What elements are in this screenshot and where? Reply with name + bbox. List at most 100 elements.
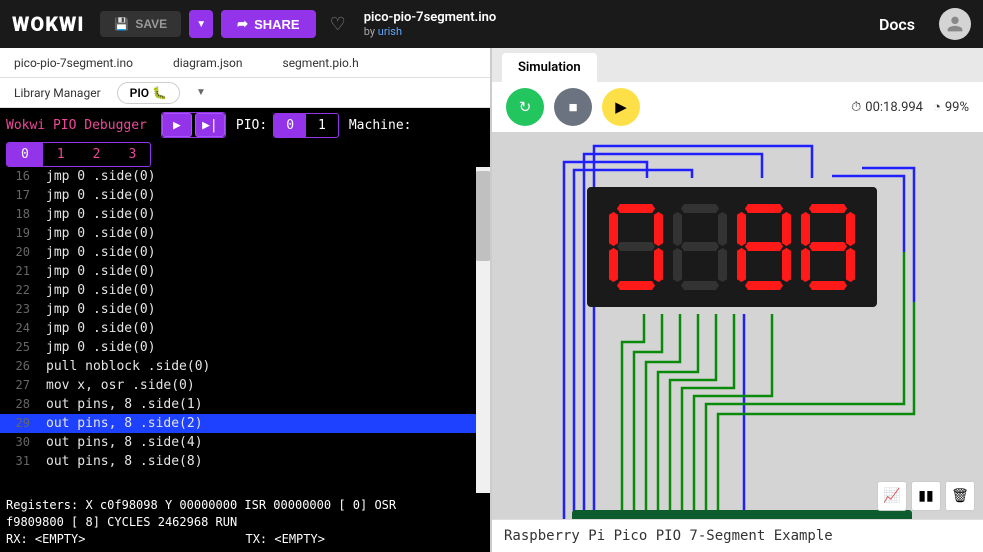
share-icon: ➦ bbox=[237, 16, 248, 32]
save-button[interactable]: 💾SAVE bbox=[100, 11, 181, 37]
wire bbox=[634, 314, 662, 519]
library-manager-link[interactable]: Library Manager bbox=[14, 86, 101, 100]
chart-icon[interactable]: 📈 bbox=[877, 481, 907, 511]
sm-tab[interactable]: 2 bbox=[79, 143, 115, 166]
pio-tab-0[interactable]: 0 bbox=[274, 114, 306, 137]
line-number: 21 bbox=[6, 262, 30, 281]
step-icon[interactable]: ▶| bbox=[195, 113, 225, 137]
pio-badge[interactable]: PIO 🐛 bbox=[117, 82, 180, 104]
debugger-footer: Registers: X c0f98098 Y 00000000 ISR 000… bbox=[0, 493, 490, 552]
project-title: pico-pio-7segment.ino bbox=[364, 10, 497, 25]
code-line[interactable]: 17 jmp 0 .side(0) bbox=[0, 186, 490, 205]
pio-label: PIO: bbox=[236, 118, 267, 133]
file-tab[interactable]: diagram.json bbox=[173, 56, 243, 70]
line-number: 17 bbox=[6, 186, 30, 205]
simulation-time: ⏱00:18.994 bbox=[851, 100, 923, 115]
code-line[interactable]: 26 pull noblock .side(0) bbox=[0, 357, 490, 376]
code-line[interactable]: 25jmp 0 .side(0) bbox=[0, 338, 490, 357]
line-text: jmp 0 .side(0) bbox=[46, 319, 156, 338]
line-number: 26 bbox=[6, 357, 30, 376]
project-author: by urish bbox=[364, 25, 497, 38]
registers-line2: f9809800 [ 8] CYCLES 2462968 RUN bbox=[6, 514, 484, 531]
trash-icon[interactable]: 🗑 bbox=[945, 481, 975, 511]
play-button[interactable]: ▶ bbox=[602, 88, 640, 126]
editor-panel: pico-pio-7segment.ino diagram.json segme… bbox=[0, 48, 490, 552]
wire bbox=[622, 314, 644, 519]
simulation-perf: ◔99% bbox=[933, 99, 969, 115]
scroll-thumb[interactable] bbox=[476, 171, 490, 261]
line-number: 20 bbox=[6, 243, 30, 262]
registers-line: Registers: X c0f98098 Y 00000000 ISR 000… bbox=[6, 497, 484, 514]
wire bbox=[670, 314, 716, 519]
share-button[interactable]: ➦SHARE bbox=[221, 10, 315, 38]
line-text: out pins, 8 .side(1) bbox=[46, 395, 203, 414]
save-dropdown[interactable]: ▼ bbox=[189, 10, 213, 38]
pause-icon[interactable]: ▮▮ bbox=[911, 481, 941, 511]
file-tab[interactable]: pico-pio-7segment.ino bbox=[14, 56, 133, 70]
simulation-caption: Raspberry Pi Pico PIO 7-Segment Example bbox=[492, 519, 983, 552]
chevron-down-icon[interactable]: ▼ bbox=[196, 87, 206, 98]
line-number: 22 bbox=[6, 281, 30, 300]
clock-icon: ⏱ bbox=[851, 100, 861, 115]
machine-label: Machine: bbox=[349, 118, 412, 133]
restart-icon: ↻ bbox=[519, 98, 532, 116]
state-machine-selector: 0 1 2 3 bbox=[6, 142, 151, 167]
code-line[interactable]: 24 jmp 0 .side(0) bbox=[0, 319, 490, 338]
code-line[interactable]: 18jmp 0 .side(0) bbox=[0, 205, 490, 224]
toolbar-row: Library Manager PIO 🐛 ▼ bbox=[0, 78, 490, 108]
line-text: jmp 0 .side(0) bbox=[46, 262, 156, 281]
code-line[interactable]: 21 jmp 0 .side(0) bbox=[0, 262, 490, 281]
line-text: jmp 0 .side(0) bbox=[46, 186, 156, 205]
line-number: 29 bbox=[6, 414, 30, 433]
sm-tab[interactable]: 3 bbox=[114, 143, 150, 166]
play-icon[interactable]: ▶ bbox=[162, 113, 192, 137]
restart-button[interactable]: ↻ bbox=[506, 88, 544, 126]
stop-button[interactable]: ■ bbox=[554, 88, 592, 126]
code-line[interactable]: 30out pins, 8 .side(4) bbox=[0, 433, 490, 452]
sm-tab[interactable]: 0 bbox=[7, 143, 43, 166]
simulation-canvas[interactable]: Raspberry Pi Pico ©2020 📈 ▮▮ 🗑 bbox=[492, 132, 983, 519]
line-text: jmp 0 .side(0) bbox=[46, 338, 156, 357]
code-line[interactable]: 19jmp 0 .side(0) bbox=[0, 224, 490, 243]
line-number: 24 bbox=[6, 319, 30, 338]
code-line[interactable]: 29out pins, 8 .side(2) bbox=[0, 414, 490, 433]
simulation-panel: Simulation ↻ ■ ▶ ⏱00:18.994 ◔99% bbox=[490, 48, 983, 552]
heart-icon[interactable]: ♡ bbox=[330, 14, 346, 35]
user-avatar[interactable] bbox=[939, 8, 971, 40]
pio-tab-1[interactable]: 1 bbox=[306, 114, 338, 137]
code-line[interactable]: 20 jmp 0 .side(0) bbox=[0, 243, 490, 262]
code-line[interactable]: 23 jmp 0 .side(0) bbox=[0, 300, 490, 319]
sm-tab[interactable]: 1 bbox=[43, 143, 79, 166]
line-number: 16 bbox=[6, 167, 30, 186]
wire bbox=[646, 314, 680, 519]
gauge-icon: ◔ bbox=[933, 99, 941, 115]
debugger-title: Wokwi PIO Debugger bbox=[6, 118, 147, 133]
code-line[interactable]: 27mov x, osr .side(0) bbox=[0, 376, 490, 395]
line-number: 23 bbox=[6, 300, 30, 319]
line-text: jmp 0 .side(0) bbox=[46, 243, 156, 262]
file-tab[interactable]: segment.pio.h bbox=[283, 56, 359, 70]
simulation-controls: ↻ ■ ▶ ⏱00:18.994 ◔99% bbox=[492, 82, 983, 132]
scrollbar[interactable] bbox=[476, 167, 490, 493]
simulation-tab[interactable]: Simulation bbox=[502, 53, 597, 82]
digit bbox=[799, 202, 857, 292]
file-tabs: pico-pio-7segment.ino diagram.json segme… bbox=[0, 48, 490, 78]
line-text: jmp 0 .side(0) bbox=[46, 300, 156, 319]
pio-debugger: Wokwi PIO Debugger ▶ ▶| PIO: 0 1 Machine… bbox=[0, 108, 490, 552]
digit bbox=[607, 202, 665, 292]
code-line[interactable]: 28 out pins, 8 .side(1) bbox=[0, 395, 490, 414]
line-text: jmp 0 .side(0) bbox=[46, 224, 156, 243]
canvas-controls: 📈 ▮▮ 🗑 bbox=[877, 481, 975, 511]
code-line[interactable]: 22jmp 0 .side(0) bbox=[0, 281, 490, 300]
line-text: pull noblock .side(0) bbox=[46, 357, 210, 376]
line-text: jmp 0 .side(0) bbox=[46, 205, 156, 224]
author-link[interactable]: urish bbox=[378, 25, 402, 38]
wire bbox=[682, 314, 734, 519]
code-line[interactable]: 31out pins, 8 .side(8) bbox=[0, 452, 490, 471]
line-number: 28 bbox=[6, 395, 30, 414]
code-listing[interactable]: 16jmp 0 .side(0)17jmp 0 .side(0)18jmp 0 … bbox=[0, 167, 490, 493]
docs-link[interactable]: Docs bbox=[879, 15, 915, 34]
wire bbox=[658, 314, 698, 519]
code-line[interactable]: 16jmp 0 .side(0) bbox=[0, 167, 490, 186]
stop-icon: ■ bbox=[568, 99, 577, 116]
